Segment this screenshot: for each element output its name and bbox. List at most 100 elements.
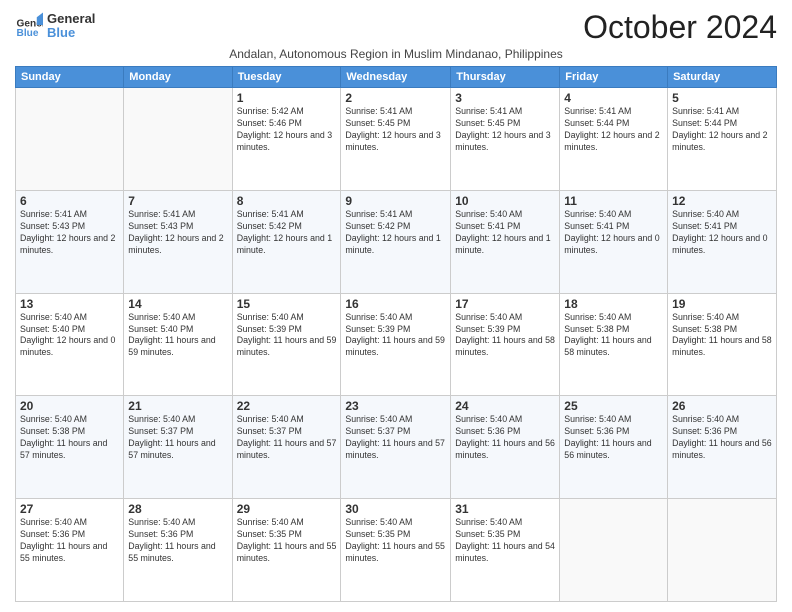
day-info: Sunrise: 5:41 AM Sunset: 5:42 PM Dayligh… (345, 209, 446, 257)
calendar-cell: 10Sunrise: 5:40 AM Sunset: 5:41 PM Dayli… (451, 190, 560, 293)
calendar-cell: 29Sunrise: 5:40 AM Sunset: 5:35 PM Dayli… (232, 499, 341, 602)
logo-line2: Blue (47, 26, 95, 40)
day-number: 17 (455, 297, 555, 311)
day-number: 13 (20, 297, 119, 311)
day-number: 8 (237, 194, 337, 208)
day-info: Sunrise: 5:41 AM Sunset: 5:43 PM Dayligh… (20, 209, 119, 257)
day-info: Sunrise: 5:40 AM Sunset: 5:40 PM Dayligh… (128, 312, 227, 360)
calendar-week-row: 1Sunrise: 5:42 AM Sunset: 5:46 PM Daylig… (16, 88, 777, 191)
day-number: 16 (345, 297, 446, 311)
calendar-cell: 7Sunrise: 5:41 AM Sunset: 5:43 PM Daylig… (124, 190, 232, 293)
day-number: 9 (345, 194, 446, 208)
day-number: 26 (672, 399, 772, 413)
day-info: Sunrise: 5:41 AM Sunset: 5:43 PM Dayligh… (128, 209, 227, 257)
calendar-cell: 25Sunrise: 5:40 AM Sunset: 5:36 PM Dayli… (560, 396, 668, 499)
day-number: 6 (20, 194, 119, 208)
calendar-week-row: 6Sunrise: 5:41 AM Sunset: 5:43 PM Daylig… (16, 190, 777, 293)
calendar-cell: 1Sunrise: 5:42 AM Sunset: 5:46 PM Daylig… (232, 88, 341, 191)
calendar-cell: 21Sunrise: 5:40 AM Sunset: 5:37 PM Dayli… (124, 396, 232, 499)
day-info: Sunrise: 5:40 AM Sunset: 5:38 PM Dayligh… (20, 414, 119, 462)
subtitle: Andalan, Autonomous Region in Muslim Min… (15, 47, 777, 61)
day-info: Sunrise: 5:40 AM Sunset: 5:36 PM Dayligh… (128, 517, 227, 565)
day-info: Sunrise: 5:40 AM Sunset: 5:41 PM Dayligh… (672, 209, 772, 257)
day-number: 29 (237, 502, 337, 516)
day-info: Sunrise: 5:42 AM Sunset: 5:46 PM Dayligh… (237, 106, 337, 154)
day-number: 21 (128, 399, 227, 413)
calendar-cell: 16Sunrise: 5:40 AM Sunset: 5:39 PM Dayli… (341, 293, 451, 396)
day-number: 4 (564, 91, 663, 105)
day-number: 3 (455, 91, 555, 105)
day-info: Sunrise: 5:40 AM Sunset: 5:35 PM Dayligh… (345, 517, 446, 565)
day-info: Sunrise: 5:41 AM Sunset: 5:45 PM Dayligh… (455, 106, 555, 154)
calendar-cell: 23Sunrise: 5:40 AM Sunset: 5:37 PM Dayli… (341, 396, 451, 499)
calendar-cell: 4Sunrise: 5:41 AM Sunset: 5:44 PM Daylig… (560, 88, 668, 191)
day-number: 24 (455, 399, 555, 413)
page: General Blue General Blue October 2024 A… (0, 0, 792, 612)
day-number: 22 (237, 399, 337, 413)
calendar-cell: 9Sunrise: 5:41 AM Sunset: 5:42 PM Daylig… (341, 190, 451, 293)
day-number: 27 (20, 502, 119, 516)
calendar-cell: 28Sunrise: 5:40 AM Sunset: 5:36 PM Dayli… (124, 499, 232, 602)
svg-text:Blue: Blue (17, 28, 39, 39)
col-sunday: Sunday (16, 67, 124, 88)
calendar-cell: 19Sunrise: 5:40 AM Sunset: 5:38 PM Dayli… (668, 293, 777, 396)
day-number: 20 (20, 399, 119, 413)
day-number: 2 (345, 91, 446, 105)
calendar-week-row: 13 Sunrise: 5:40 AM Sunset: 5:40 PM Dayli… (16, 293, 777, 396)
logo-icon: General Blue (15, 11, 43, 39)
day-number: 1 (237, 91, 337, 105)
calendar-cell: 11Sunrise: 5:40 AM Sunset: 5:41 PM Dayli… (560, 190, 668, 293)
calendar-cell (668, 499, 777, 602)
title-section: October 2024 (583, 10, 777, 45)
calendar-cell (124, 88, 232, 191)
calendar-cell: 30Sunrise: 5:40 AM Sunset: 5:35 PM Dayli… (341, 499, 451, 602)
calendar-cell: 13Sunrise: 5:40 AM Sunset: 5:40 PM Dayli… (16, 293, 124, 396)
col-wednesday: Wednesday (341, 67, 451, 88)
day-number: 15 (237, 297, 337, 311)
day-number: 25 (564, 399, 663, 413)
calendar-cell: 22Sunrise: 5:40 AM Sunset: 5:37 PM Dayli… (232, 396, 341, 499)
col-friday: Friday (560, 67, 668, 88)
day-number: 11 (564, 194, 663, 208)
calendar-cell: 3Sunrise: 5:41 AM Sunset: 5:45 PM Daylig… (451, 88, 560, 191)
logo-line1: General (47, 12, 95, 26)
day-number: 31 (455, 502, 555, 516)
calendar-cell: 17Sunrise: 5:40 AM Sunset: 5:39 PM Dayli… (451, 293, 560, 396)
calendar-cell: 27Sunrise: 5:40 AM Sunset: 5:36 PM Dayli… (16, 499, 124, 602)
day-info: Sunrise: 5:40 AM Sunset: 5:36 PM Dayligh… (564, 414, 663, 462)
day-number: 30 (345, 502, 446, 516)
day-info: Sunrise: 5:40 AM Sunset: 5:35 PM Dayligh… (237, 517, 337, 565)
day-info: Sunrise: 5:40 AM Sunset: 5:36 PM Dayligh… (455, 414, 555, 462)
day-info: Sunrise: 5:40 AM Sunset: 5:37 PM Dayligh… (128, 414, 227, 462)
calendar-week-row: 27 Sunrise: 5:40 AM Sunset: 5:36 PM Dayli… (16, 499, 777, 602)
col-tuesday: Tuesday (232, 67, 341, 88)
calendar-cell: 15Sunrise: 5:40 AM Sunset: 5:39 PM Dayli… (232, 293, 341, 396)
calendar-week-row: 20Sunrise: 5:40 AM Sunset: 5:38 PM Dayli… (16, 396, 777, 499)
calendar-cell: 5Sunrise: 5:41 AM Sunset: 5:44 PM Daylig… (668, 88, 777, 191)
calendar-cell: 6Sunrise: 5:41 AM Sunset: 5:43 PM Daylig… (16, 190, 124, 293)
day-info: Sunrise: 5:40 AM Sunset: 5:38 PM Dayligh… (564, 312, 663, 360)
col-monday: Monday (124, 67, 232, 88)
day-number: 14 (128, 297, 227, 311)
header: General Blue General Blue October 2024 (15, 10, 777, 45)
day-number: 5 (672, 91, 772, 105)
calendar-cell: 20Sunrise: 5:40 AM Sunset: 5:38 PM Dayli… (16, 396, 124, 499)
calendar-cell: 31Sunrise: 5:40 AM Sunset: 5:35 PM Dayli… (451, 499, 560, 602)
month-title: October 2024 (583, 10, 777, 45)
day-info: Sunrise: 5:40 AM Sunset: 5:37 PM Dayligh… (237, 414, 337, 462)
day-info: Sunrise: 5:40 AM Sunset: 5:37 PM Dayligh… (345, 414, 446, 462)
calendar-cell (560, 499, 668, 602)
calendar-cell: 14Sunrise: 5:40 AM Sunset: 5:40 PM Dayli… (124, 293, 232, 396)
calendar-cell: 26Sunrise: 5:40 AM Sunset: 5:36 PM Dayli… (668, 396, 777, 499)
day-number: 18 (564, 297, 663, 311)
calendar-table: Sunday Monday Tuesday Wednesday Thursday… (15, 66, 777, 602)
day-info: Sunrise: 5:40 AM Sunset: 5:35 PM Dayligh… (455, 517, 555, 565)
calendar-cell (16, 88, 124, 191)
day-info: Sunrise: 5:41 AM Sunset: 5:44 PM Dayligh… (564, 106, 663, 154)
day-info: Sunrise: 5:40 AM Sunset: 5:39 PM Dayligh… (345, 312, 446, 360)
day-info: Sunrise: 5:41 AM Sunset: 5:44 PM Dayligh… (672, 106, 772, 154)
day-number: 12 (672, 194, 772, 208)
calendar-header-row: Sunday Monday Tuesday Wednesday Thursday… (16, 67, 777, 88)
col-saturday: Saturday (668, 67, 777, 88)
logo: General Blue General Blue (15, 10, 95, 41)
